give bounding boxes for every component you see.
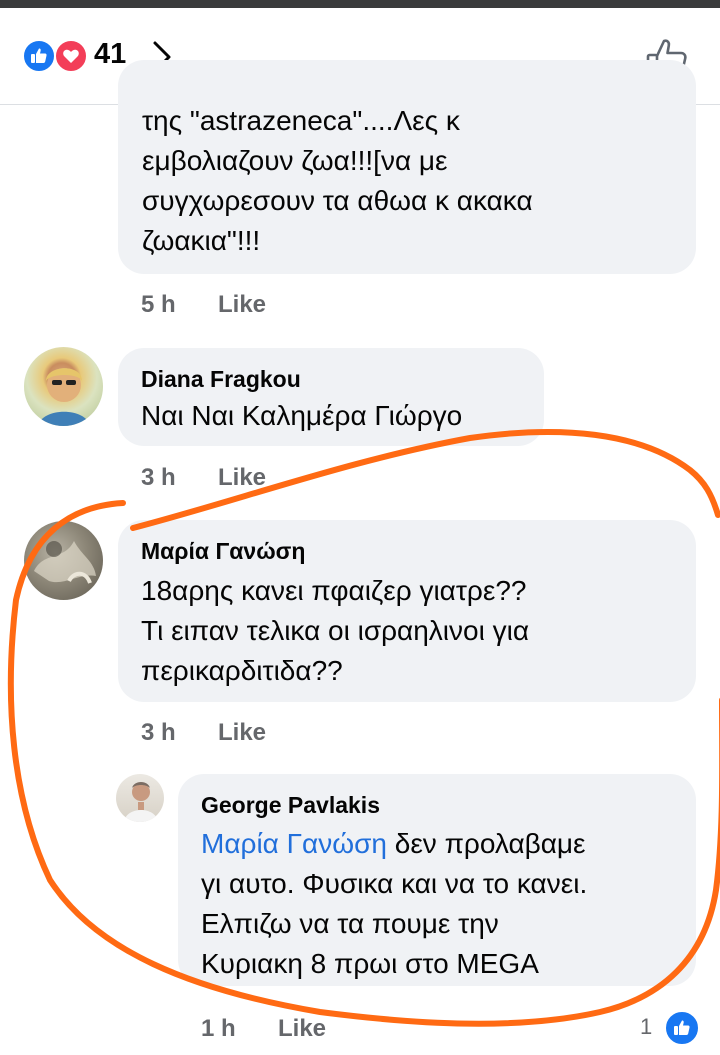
status-strip	[0, 0, 720, 8]
like-icon[interactable]	[22, 39, 56, 73]
comment-time: 3 h	[141, 464, 176, 491]
comment-time: 5 h	[141, 291, 176, 318]
love-icon[interactable]	[54, 39, 88, 73]
mention-link[interactable]: Μαρία Γανώση	[201, 828, 387, 859]
avatar[interactable]	[24, 521, 103, 600]
comment-bubble[interactable]: Diana Fragkou Ναι Ναι Καλημέρα Γιώργο	[118, 348, 544, 446]
comment-text: της "astrazeneca"....Λες κ εμβολιαζουν ζ…	[142, 105, 533, 256]
comment-author[interactable]: Diana Fragkou	[141, 366, 301, 393]
avatar[interactable]	[24, 347, 103, 426]
like-link[interactable]: Like	[218, 719, 266, 747]
like-icon[interactable]	[664, 1010, 700, 1046]
comment-time: 3 h	[141, 719, 176, 746]
comment-bubble[interactable]: Μαρία Γανώση 18αρης κανει πφαιζερ γιατρε…	[118, 520, 696, 702]
comment-bubble[interactable]: της "astrazeneca"....Λες κ εμβολιαζουν ζ…	[118, 60, 696, 274]
reply-bubble[interactable]: George Pavlakis Μαρία Γανώση δεν προλαβα…	[178, 774, 696, 986]
comment-text: Ναι Ναι Καλημέρα Γιώργο	[141, 400, 463, 431]
avatar[interactable]	[116, 774, 164, 822]
reaction-count[interactable]: 41	[94, 38, 126, 71]
like-link[interactable]: Like	[278, 1015, 326, 1043]
comment-time: 1 h	[201, 1015, 236, 1042]
like-link[interactable]: Like	[218, 464, 266, 492]
comment-author[interactable]: George Pavlakis	[201, 792, 380, 819]
comment-author[interactable]: Μαρία Γανώση	[141, 538, 305, 565]
like-link[interactable]: Like	[218, 291, 266, 319]
comment-text: 18αρης κανει πφαιζερ γιατρε?? Τι ειπαν τ…	[141, 575, 530, 686]
comment-text: Μαρία Γανώση δεν προλαβαμε γι αυτο. Φυσι…	[201, 824, 587, 984]
reply-reaction-count[interactable]: 1	[640, 1014, 652, 1040]
